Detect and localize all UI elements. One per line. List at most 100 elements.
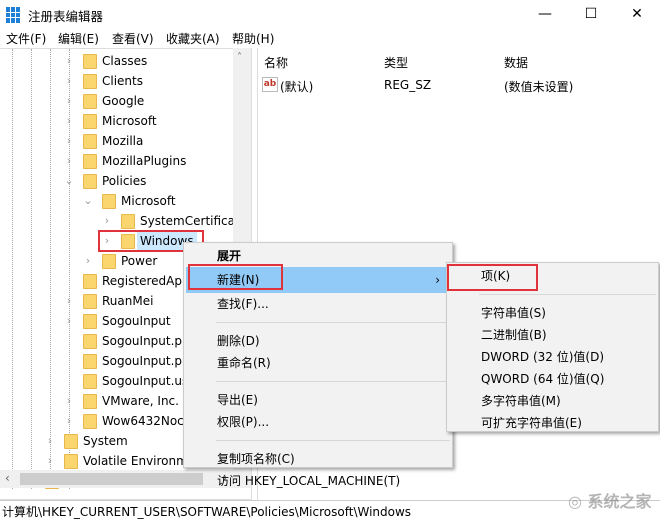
column-header-name[interactable]: 名称 — [264, 54, 288, 71]
folder-icon — [102, 254, 116, 269]
collapse-chevron-icon[interactable]: ⌄ — [64, 171, 74, 191]
tree-node-label: Mozilla — [102, 134, 144, 148]
registry-app-icon — [6, 7, 22, 23]
window-title: 注册表编辑器 — [28, 9, 104, 24]
tree-node-label: SogouInput.us — [102, 374, 189, 388]
tree-node[interactable]: › Classes — [0, 51, 232, 71]
expand-chevron-icon[interactable]: › — [64, 291, 74, 311]
folder-icon — [83, 114, 97, 129]
expand-chevron-icon[interactable]: › — [45, 451, 55, 471]
close-button[interactable]: ✕ — [614, 0, 660, 28]
tree-node-label: SogouInput — [102, 314, 171, 328]
tree-node[interactable]: › Microsoft — [0, 111, 232, 131]
expand-chevron-icon[interactable]: › — [102, 211, 112, 231]
scroll-up-icon[interactable]: ˄ — [237, 52, 242, 63]
tree-node-label: Volatile Environm — [83, 454, 188, 468]
menu-separator — [479, 294, 656, 295]
menu-item[interactable]: 权限(P)... — [184, 411, 452, 433]
menu-favorites[interactable]: 收藏夹(A) — [166, 30, 220, 47]
folder-icon — [83, 134, 97, 149]
menu-item-label: DWORD (32 位)值(D) — [481, 350, 604, 364]
title-bar: 注册表编辑器 — ☐ ✕ — [0, 0, 660, 28]
tree-node-label: Power — [121, 254, 158, 268]
menu-item[interactable]: DWORD (32 位)值(D) — [447, 346, 658, 368]
menu-item-label: 访问 HKEY_LOCAL_MACHINE(T) — [217, 474, 401, 488]
expand-chevron-icon[interactable]: › — [45, 431, 55, 451]
expand-chevron-icon[interactable]: › — [64, 391, 74, 411]
menu-edit[interactable]: 编辑(E) — [58, 30, 99, 47]
expand-chevron-icon[interactable]: › — [64, 311, 74, 331]
menu-separator — [216, 440, 450, 441]
tree-node[interactable]: ⌄ Policies — [0, 171, 232, 191]
menu-help[interactable]: 帮助(H) — [232, 30, 274, 47]
menu-view[interactable]: 查看(V) — [112, 30, 154, 47]
horizontal-scroll-thumb[interactable] — [20, 473, 203, 485]
string-value-icon: ab — [262, 77, 278, 92]
expand-chevron-icon[interactable]: › — [64, 131, 74, 151]
expand-chevron-icon[interactable]: › — [64, 411, 74, 431]
menu-file[interactable]: 文件(F) — [6, 30, 46, 47]
tree-node[interactable]: › Mozilla — [0, 131, 232, 151]
folder-icon — [83, 394, 97, 409]
expand-chevron-icon[interactable]: › — [64, 71, 74, 91]
expand-chevron-icon[interactable]: › — [64, 91, 74, 111]
expand-chevron-icon[interactable]: › — [83, 251, 93, 271]
menu-item[interactable]: 删除(D) — [184, 330, 452, 352]
tree-node-label: SogouInput.p — [102, 334, 183, 348]
tree-node-label: Microsoft — [102, 114, 157, 128]
menu-item[interactable]: 复制项名称(C) — [184, 448, 452, 470]
menu-item-label: 查找(F)... — [217, 297, 269, 311]
menu-separator — [216, 381, 450, 382]
folder-icon — [121, 214, 135, 229]
menu-item[interactable]: 重命名(R) — [184, 352, 452, 374]
folder-icon — [83, 354, 97, 369]
menu-item[interactable]: 字符串值(S) — [447, 302, 658, 324]
tree-node-label: Policies — [102, 174, 147, 188]
tree-node-label: Microsoft — [121, 194, 176, 208]
menu-item[interactable]: 多字符串值(M) — [447, 390, 658, 412]
highlight-box-new — [188, 264, 283, 290]
menu-item-label: 展开 — [217, 249, 242, 263]
expand-chevron-icon[interactable]: › — [64, 151, 74, 171]
folder-icon — [64, 454, 78, 469]
folder-icon — [83, 414, 97, 429]
menu-item[interactable]: QWORD (64 位)值(Q) — [447, 368, 658, 390]
tree-node-label: System — [83, 434, 128, 448]
scroll-left-icon[interactable]: ‹ — [5, 471, 10, 485]
column-header-data[interactable]: 数据 — [504, 54, 528, 71]
minimize-button[interactable]: — — [522, 0, 568, 28]
folder-icon — [102, 194, 116, 209]
column-header-type[interactable]: 类型 — [384, 54, 408, 71]
menu-item[interactable]: 查找(F)... — [184, 293, 452, 315]
expand-chevron-icon[interactable]: › — [64, 51, 74, 71]
collapse-chevron-icon[interactable]: ⌄ — [83, 191, 93, 211]
tree-node[interactable]: ⌄ Microsoft — [0, 191, 232, 211]
value-data: (数值未设置) — [504, 80, 574, 94]
menu-item-label: 删除(D) — [217, 334, 260, 348]
folder-icon — [83, 274, 97, 289]
tree-node[interactable]: › MozillaPlugins — [0, 151, 232, 171]
folder-icon — [83, 154, 97, 169]
watermark-logo: ◎ 系统之家 — [568, 492, 652, 511]
tree-node[interactable]: › SystemCertificat — [0, 211, 240, 231]
menu-item-label: 复制项名称(C) — [217, 452, 295, 466]
submenu-arrow-icon: › — [435, 273, 440, 287]
value-type: REG_SZ — [384, 78, 432, 92]
value-row[interactable]: ab (默认) REG_SZ (数值未设置) — [262, 76, 652, 96]
menu-item-label: 导出(E) — [217, 393, 258, 407]
tree-node[interactable]: › Clients — [0, 71, 232, 91]
maximize-button[interactable]: ☐ — [568, 0, 614, 28]
folder-icon — [83, 374, 97, 389]
tree-node-label: VMware, Inc. — [102, 394, 179, 408]
menu-item-label: 字符串值(S) — [481, 306, 546, 320]
expand-chevron-icon[interactable]: › — [64, 111, 74, 131]
folder-icon — [83, 54, 97, 69]
menu-item-label: 二进制值(B) — [481, 328, 547, 342]
menu-item[interactable]: 访问 HKEY_LOCAL_MACHINE(T) — [184, 470, 452, 492]
folder-icon — [83, 294, 97, 309]
menu-item[interactable]: 导出(E) — [184, 389, 452, 411]
menu-item[interactable]: 二进制值(B) — [447, 324, 658, 346]
tree-node[interactable]: › Google — [0, 91, 232, 111]
menu-separator — [216, 322, 450, 323]
menu-item[interactable]: 可扩充字符串值(E) — [447, 412, 658, 434]
